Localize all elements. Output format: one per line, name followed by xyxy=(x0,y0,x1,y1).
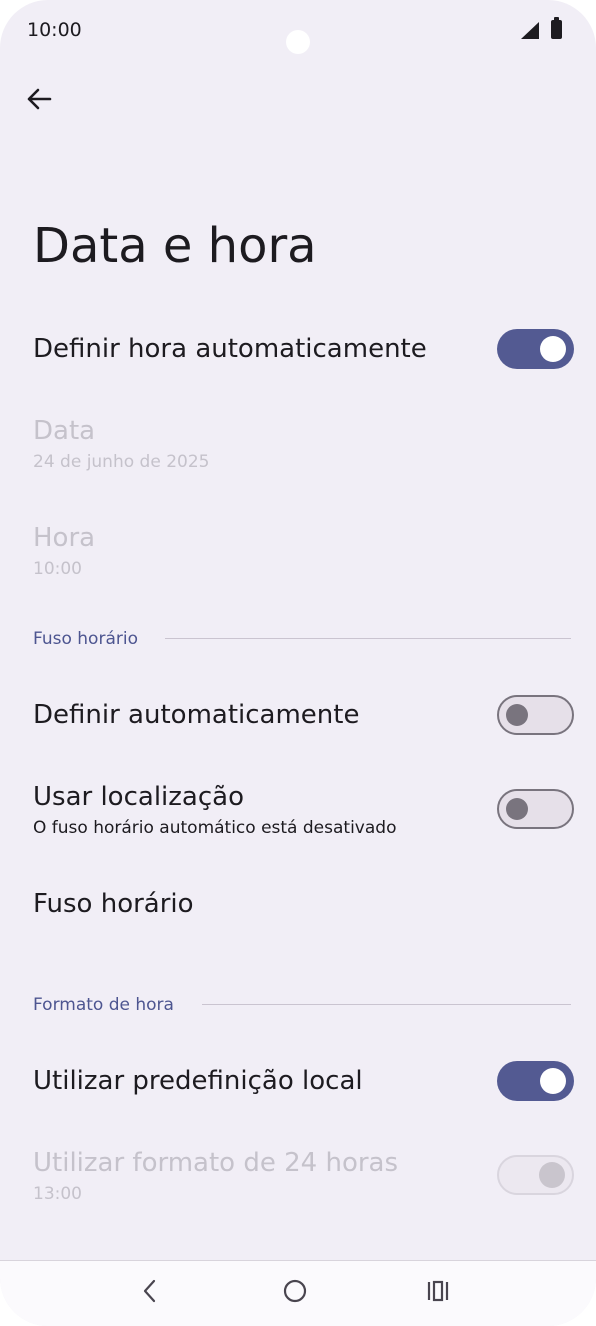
use-location-label: Usar localização xyxy=(33,782,244,812)
nav-back-icon[interactable] xyxy=(129,1275,169,1307)
use-location-summary: O fuso horário automático está desativad… xyxy=(33,818,397,838)
section-divider xyxy=(202,1004,571,1005)
back-arrow-icon[interactable] xyxy=(24,84,54,114)
use-24h-example: 13:00 xyxy=(33,1184,82,1204)
use-location-switch[interactable] xyxy=(497,789,574,829)
use-24h-switch xyxy=(497,1155,574,1195)
page-title: Data e hora xyxy=(33,218,317,274)
date-value: 24 de junho de 2025 xyxy=(33,452,210,472)
section-divider xyxy=(165,638,571,639)
timezone-section-label: Fuso horário xyxy=(33,629,138,649)
switch-thumb xyxy=(506,798,528,820)
timezone-label: Fuso horário xyxy=(33,889,194,919)
use-locale-switch[interactable] xyxy=(497,1061,574,1101)
time-label: Hora xyxy=(33,523,96,553)
phone-screen: 10:00 Data e hora Definir hora automatic… xyxy=(0,0,596,1326)
nav-recents-icon[interactable] xyxy=(418,1275,458,1307)
status-bar: 10:00 xyxy=(0,0,596,70)
date-label: Data xyxy=(33,416,96,446)
switch-thumb xyxy=(506,704,528,726)
signal-icon xyxy=(521,22,539,39)
use-locale-label: Utilizar predefinição local xyxy=(33,1066,363,1096)
auto-timezone-switch[interactable] xyxy=(497,695,574,735)
status-time: 10:00 xyxy=(27,19,82,41)
switch-thumb xyxy=(540,1068,566,1094)
auto-timezone-label: Definir automaticamente xyxy=(33,700,360,730)
switch-thumb xyxy=(540,336,566,362)
camera-cutout xyxy=(286,30,310,54)
auto-time-label: Definir hora automaticamente xyxy=(33,334,427,364)
time-value: 10:00 xyxy=(33,559,82,579)
nav-home-icon[interactable] xyxy=(275,1275,315,1307)
auto-time-switch[interactable] xyxy=(497,329,574,369)
time-format-section-label: Formato de hora xyxy=(33,995,174,1015)
navigation-bar xyxy=(0,1260,596,1326)
battery-icon xyxy=(551,17,562,39)
switch-thumb xyxy=(539,1162,565,1188)
use-24h-label: Utilizar formato de 24 horas xyxy=(33,1148,399,1178)
